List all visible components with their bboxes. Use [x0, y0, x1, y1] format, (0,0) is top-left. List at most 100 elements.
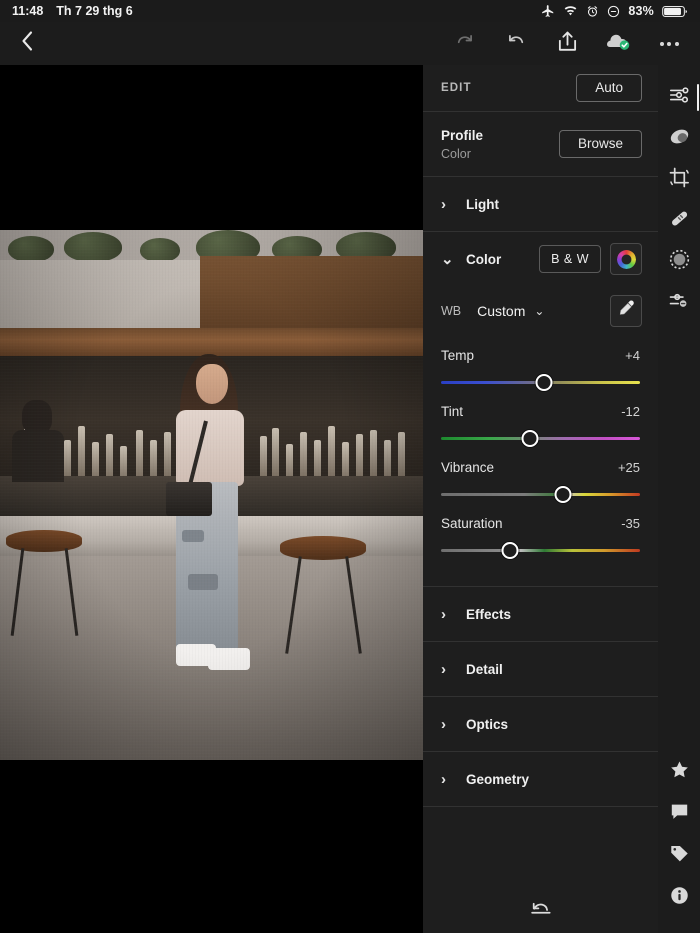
eyedropper-icon	[617, 299, 636, 323]
slider-header: Vibrance +25	[441, 460, 640, 475]
cloud-sync-button[interactable]	[605, 31, 631, 57]
more-options-icon	[659, 41, 679, 46]
status-date: Th 7 29 thg 6	[56, 4, 133, 18]
section-label-effects: Effects	[466, 606, 512, 622]
rail-item-comments[interactable]	[658, 793, 700, 835]
rail-item-rating[interactable]	[658, 751, 700, 793]
white-balance-row[interactable]: WB Custom ⌄	[423, 286, 658, 336]
info-icon	[669, 885, 690, 911]
rail-item-info[interactable]	[658, 877, 700, 919]
panel-bottom-bar	[423, 889, 658, 933]
battery-percent: 83%	[628, 4, 654, 18]
slider-label: Vibrance	[441, 460, 495, 475]
slider-saturation[interactable]: Saturation -35	[423, 516, 658, 560]
status-bar-left: 11:48 Th 7 29 thg 6	[12, 4, 133, 18]
more-options-button[interactable]	[656, 31, 682, 57]
slider-temp[interactable]: Temp +4	[423, 348, 658, 392]
profile-row[interactable]: Profile Color Browse	[423, 112, 658, 176]
wb-label: WB	[441, 304, 462, 318]
section-label-light: Light	[466, 196, 499, 212]
slider-vibrance[interactable]: Vibrance +25	[423, 460, 658, 504]
slider-knob[interactable]	[535, 374, 553, 391]
eyedropper-button[interactable]	[610, 295, 642, 327]
auto-button[interactable]: Auto	[576, 74, 642, 102]
sidebar-item-effects[interactable]: › Effects	[423, 587, 658, 641]
reset-button[interactable]	[529, 898, 553, 924]
black-and-white-button[interactable]: B & W	[539, 244, 601, 274]
profile-subtitle: Color	[441, 146, 471, 161]
healing-brush-icon	[668, 207, 691, 235]
slider-value: +25	[617, 460, 640, 475]
alarm-icon	[586, 5, 599, 18]
cloud-synced-icon	[605, 31, 631, 56]
wifi-icon	[563, 4, 578, 18]
back-button[interactable]	[0, 29, 54, 58]
edited-photo	[0, 230, 423, 760]
color-sliders: Temp +4 Tint -12 Vibrance +25 Saturation -35	[423, 348, 658, 560]
slider-knob[interactable]	[554, 486, 572, 503]
section-label-geometry: Geometry	[466, 771, 530, 787]
star-rating-icon	[669, 759, 690, 785]
section-label-color: Color	[466, 251, 502, 267]
redo-icon	[454, 31, 476, 56]
sidebar-item-geometry[interactable]: › Geometry	[423, 752, 658, 806]
sidebar-item-color[interactable]: ⌄ Color B & W	[423, 232, 658, 286]
slider-value: -35	[621, 516, 640, 531]
rail-item-edit[interactable]	[658, 77, 700, 118]
redo-button[interactable]	[452, 31, 478, 57]
slider-value: -12	[621, 404, 640, 419]
chevron-right-icon: ›	[441, 660, 446, 678]
slider-knob[interactable]	[521, 430, 539, 447]
chevron-down-icon[interactable]: ⌄	[534, 304, 544, 318]
profile-title: Profile	[441, 127, 484, 143]
selective-adjust-icon	[668, 289, 691, 317]
tag-icon	[669, 843, 690, 869]
chevron-right-icon: ›	[441, 605, 446, 623]
status-bar: 11:48 Th 7 29 thg 6 83%	[0, 0, 700, 22]
sidebar-item-detail[interactable]: › Detail	[423, 642, 658, 696]
slider-gradient	[441, 549, 640, 552]
color-mix-button[interactable]	[610, 243, 642, 275]
rail-item-tags[interactable]	[658, 835, 700, 877]
slider-tint[interactable]: Tint -12	[423, 404, 658, 448]
rail-bottom-group	[658, 751, 700, 933]
edit-header: EDIT Auto	[423, 65, 658, 111]
undo-button[interactable]	[503, 31, 529, 57]
chevron-down-icon: ⌄	[441, 250, 454, 268]
airplane-icon	[541, 4, 555, 18]
slider-knob[interactable]	[501, 542, 519, 559]
share-button[interactable]	[554, 31, 580, 57]
slider-label: Tint	[441, 404, 464, 419]
rail-item-healing[interactable]	[658, 200, 700, 241]
sidebar-item-optics[interactable]: › Optics	[423, 697, 658, 751]
back-chevron-icon	[19, 29, 36, 58]
color-wheel-icon	[616, 249, 636, 269]
slider-track[interactable]	[441, 372, 640, 392]
slider-gradient	[441, 437, 640, 440]
rail-item-masking[interactable]	[658, 241, 700, 282]
section-label-optics: Optics	[466, 716, 509, 732]
slider-label: Saturation	[441, 516, 503, 531]
comment-icon	[669, 801, 690, 827]
wb-value[interactable]: Custom	[477, 303, 525, 319]
photo-canvas[interactable]	[0, 65, 423, 933]
rail-item-presets[interactable]	[658, 118, 700, 159]
divider	[423, 806, 658, 807]
sidebar-item-light[interactable]: › Light	[423, 177, 658, 231]
chevron-right-icon: ›	[441, 770, 446, 788]
reset-undo-icon	[529, 902, 553, 923]
rail-item-selective[interactable]	[658, 282, 700, 323]
toolbar-actions	[452, 31, 700, 57]
do-not-disturb-icon	[607, 5, 620, 18]
status-bar-right: 83%	[541, 4, 688, 18]
rail-item-crop[interactable]	[658, 159, 700, 200]
slider-track[interactable]	[441, 540, 640, 560]
slider-label: Temp	[441, 348, 475, 363]
slider-header: Temp +4	[441, 348, 640, 363]
profile-text: Profile Color	[441, 128, 483, 161]
slider-track[interactable]	[441, 484, 640, 504]
slider-value: +4	[625, 348, 640, 363]
slider-track[interactable]	[441, 428, 640, 448]
crop-icon	[668, 166, 691, 194]
browse-profiles-button[interactable]: Browse	[558, 130, 642, 158]
